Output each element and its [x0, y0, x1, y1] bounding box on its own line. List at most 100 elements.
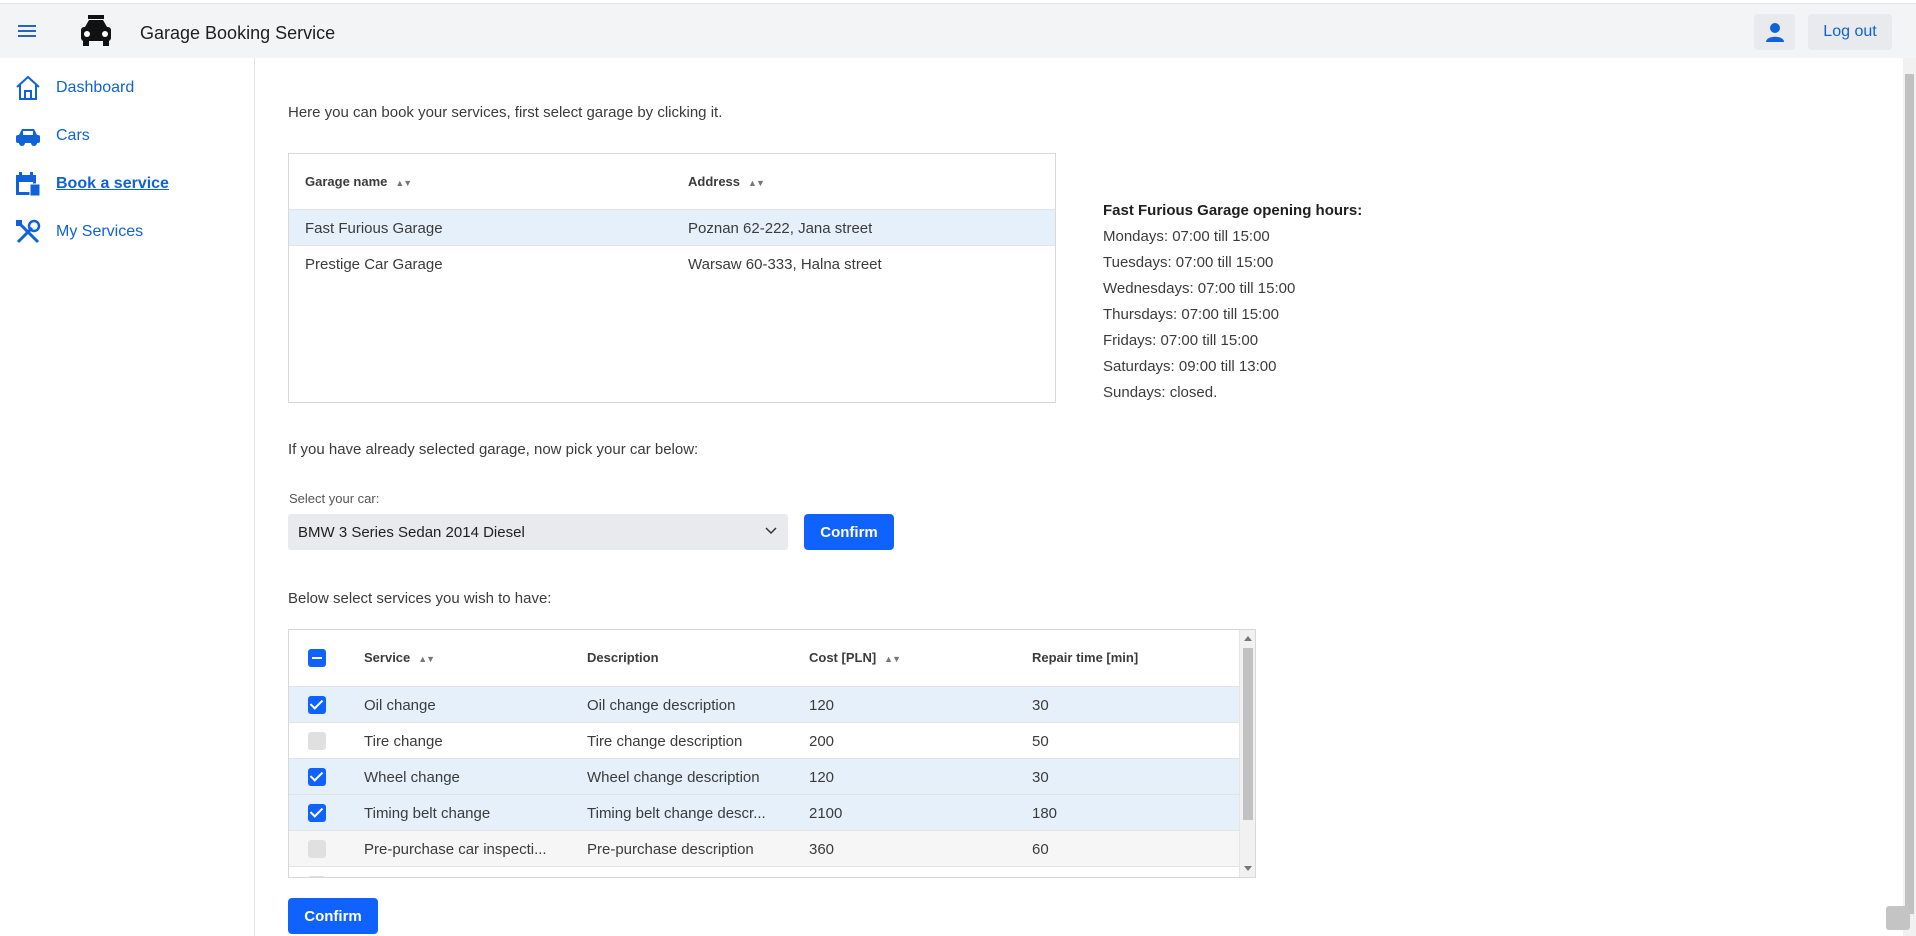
- column-header-service[interactable]: Service ▲▼: [364, 650, 435, 665]
- service-time-cell: 60: [1032, 841, 1049, 858]
- sort-icon[interactable]: ▲▼: [884, 654, 901, 664]
- sort-icon[interactable]: ▲▼: [395, 178, 412, 188]
- opening-hours: Fast Furious Garage opening hours: Monda…: [1103, 198, 1362, 406]
- opening-hours-line: Tuesdays: 07:00 till 15:00: [1103, 254, 1274, 271]
- confirm-services-button[interactable]: Confirm: [288, 898, 378, 934]
- service-cost-cell: 200: [809, 733, 835, 750]
- row-checkbox[interactable]: [308, 696, 326, 714]
- opening-hours-title: Fast Furious Garage opening hours:: [1103, 202, 1363, 219]
- select-all-checkbox[interactable]: [308, 649, 326, 667]
- row-checkbox[interactable]: [308, 840, 326, 858]
- row-checkbox[interactable]: [308, 732, 326, 750]
- table-row[interactable]: Fast Furious Garage Poznan 62-222, Jana …: [289, 209, 1055, 245]
- chevron-down-icon: [765, 527, 777, 535]
- car-select-label: Select your car:: [289, 491, 380, 506]
- table-row[interactable]: [289, 866, 1240, 877]
- home-icon: [16, 75, 40, 100]
- row-checkbox[interactable]: [308, 876, 326, 877]
- services-prompt: Below select services you wish to have:: [288, 590, 552, 607]
- table-row[interactable]: Timing belt change Timing belt change de…: [289, 794, 1240, 830]
- sidebar-item-my-services[interactable]: My Services: [14, 218, 143, 246]
- confirm-car-button[interactable]: Confirm: [804, 514, 894, 550]
- column-header-label: Address: [688, 174, 741, 189]
- scroll-thumb[interactable]: [1243, 648, 1253, 820]
- hamburger-menu-icon[interactable]: [18, 22, 42, 42]
- table-row[interactable]: Wheel change Wheel change description 12…: [289, 758, 1240, 794]
- service-name-cell: Wheel change: [364, 769, 460, 786]
- page-scrollbar[interactable]: [1903, 58, 1916, 936]
- sidebar-item-book-a-service[interactable]: Book a service: [14, 170, 169, 198]
- service-time-cell: 30: [1032, 697, 1049, 714]
- sidebar-item-label: My Services: [56, 223, 144, 240]
- service-cost-cell: 2100: [809, 805, 843, 822]
- column-header-address[interactable]: Address ▲▼: [688, 174, 765, 189]
- column-header-cost[interactable]: Cost [PLN] ▲▼: [809, 650, 901, 665]
- column-header-label: Cost [PLN]: [809, 650, 877, 665]
- user-icon: [1765, 23, 1784, 42]
- service-name-cell: Timing belt change: [364, 805, 491, 822]
- opening-hours-line: Mondays: 07:00 till 15:00: [1103, 228, 1270, 245]
- car-prompt: If you have already selected garage, now…: [288, 441, 699, 458]
- scroll-up-arrow-icon[interactable]: [1244, 636, 1252, 641]
- user-button[interactable]: [1754, 14, 1795, 50]
- service-cost-cell: 120: [809, 769, 835, 786]
- opening-hours-line: Wednesdays: 07:00 till 15:00: [1103, 280, 1296, 297]
- calendar-icon: [16, 172, 41, 197]
- service-time-cell: 30: [1032, 769, 1049, 786]
- service-description-cell: Oil change description: [587, 697, 736, 714]
- sidebar: Dashboard Cars Book a service My Service…: [0, 58, 255, 936]
- sort-icon[interactable]: ▲▼: [748, 178, 765, 188]
- column-header-description: Description: [587, 650, 659, 665]
- car-select-dropdown[interactable]: BMW 3 Series Sedan 2014 Diesel: [288, 514, 788, 550]
- top-bar: Garage Booking Service Log out: [0, 3, 1916, 58]
- opening-hours-line: Fridays: 07:00 till 15:00: [1103, 332, 1259, 349]
- sidebar-item-label: Cars: [56, 127, 90, 144]
- row-checkbox[interactable]: [308, 804, 326, 822]
- table-row[interactable]: Prestige Car Garage Warsaw 60-333, Halna…: [289, 245, 1055, 281]
- sidebar-item-label: Book a service: [56, 175, 169, 192]
- car-select-value: BMW 3 Series Sedan 2014 Diesel: [298, 524, 525, 541]
- service-name-cell: Oil change: [364, 697, 436, 714]
- service-description-cell: Pre-purchase description: [587, 841, 754, 858]
- column-header-label: Garage name: [305, 174, 388, 189]
- opening-hours-line: Thursdays: 07:00 till 15:00: [1103, 306, 1279, 323]
- table-header: Garage name ▲▼ Address ▲▼: [289, 154, 1055, 209]
- column-header-repair-time: Repair time [min]: [1032, 650, 1139, 665]
- services-table-scrollbar[interactable]: [1239, 630, 1255, 877]
- garage-name-cell: Prestige Car Garage: [305, 256, 443, 273]
- table-row[interactable]: Oil change Oil change description 120 30: [289, 686, 1240, 722]
- garage-address-cell: Poznan 62-222, Jana street: [688, 220, 873, 237]
- logout-button[interactable]: Log out: [1808, 14, 1892, 50]
- service-name-cell: Pre-purchase car inspecti...: [364, 841, 547, 858]
- sidebar-item-label: Dashboard: [56, 79, 135, 96]
- service-cost-cell: 120: [809, 697, 835, 714]
- service-name-cell: Tire change: [364, 733, 443, 750]
- service-time-cell: 50: [1032, 733, 1049, 750]
- garage-name-cell: Fast Furious Garage: [305, 220, 443, 237]
- scroll-down-arrow-icon[interactable]: [1244, 866, 1252, 871]
- opening-hours-line: Saturdays: 09:00 till 13:00: [1103, 358, 1277, 375]
- service-cost-cell: 360: [809, 841, 835, 858]
- service-description-cell: Timing belt change descr...: [587, 805, 766, 822]
- sidebar-item-cars[interactable]: Cars: [14, 122, 90, 150]
- car-icon: [81, 15, 111, 46]
- column-header-garage-name[interactable]: Garage name ▲▼: [305, 174, 412, 189]
- garage-table: Garage name ▲▼ Address ▲▼ Fast Furious Gar…: [288, 153, 1056, 403]
- services-table: Service ▲▼ Description Cost [PLN] ▲▼ Repai…: [288, 629, 1256, 878]
- service-time-cell: 180: [1032, 805, 1058, 822]
- row-checkbox[interactable]: [308, 768, 326, 786]
- sidebar-item-dashboard[interactable]: Dashboard: [14, 74, 134, 102]
- services-table-body: Service ▲▼ Description Cost [PLN] ▲▼ Repai…: [289, 630, 1240, 877]
- app-title: Garage Booking Service: [140, 23, 336, 43]
- service-description-cell: Wheel change description: [587, 769, 760, 786]
- sort-icon[interactable]: ▲▼: [418, 654, 435, 664]
- garage-address-cell: Warsaw 60-333, Halna street: [688, 256, 882, 273]
- intro-text: Here you can book your services, first s…: [288, 104, 723, 121]
- corner-widget-icon[interactable]: [1886, 906, 1910, 930]
- tools-icon: [16, 219, 41, 244]
- page-scroll-thumb[interactable]: [1905, 74, 1914, 914]
- service-description-cell: Tire change description: [587, 733, 743, 750]
- opening-hours-line: Sundays: closed.: [1103, 384, 1218, 401]
- table-row[interactable]: Tire change Tire change description 200 …: [289, 722, 1240, 758]
- table-row[interactable]: Pre-purchase car inspecti... Pre-purchas…: [289, 830, 1240, 866]
